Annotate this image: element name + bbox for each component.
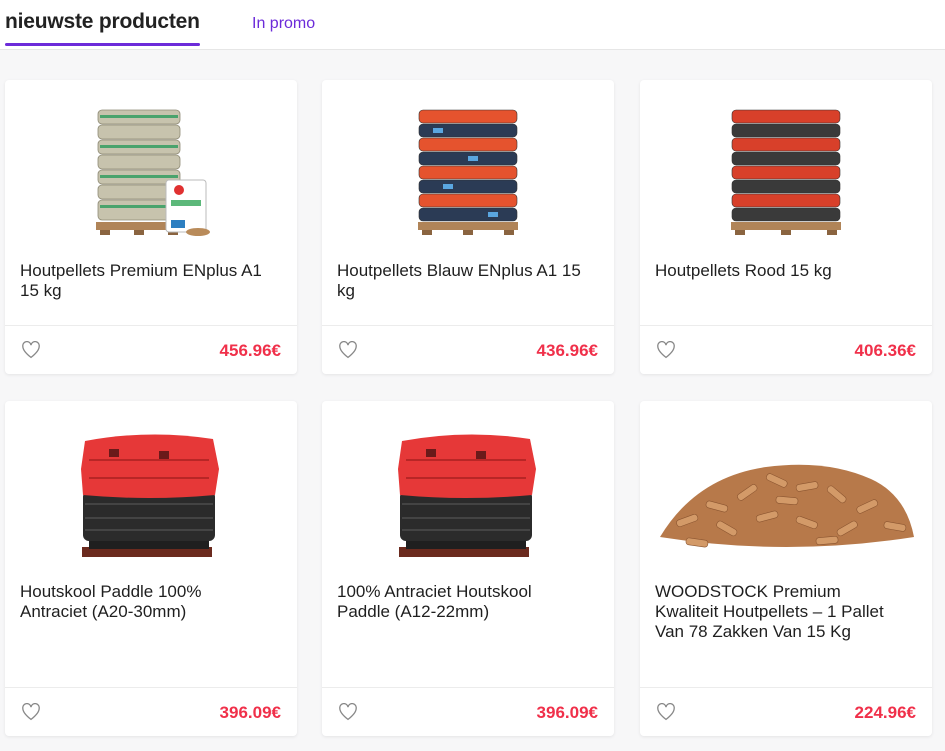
product-image-wood-pellets-pile[interactable] (640, 409, 932, 584)
product-card-footer: 396.09€ (322, 687, 614, 736)
product-price: 396.09€ (536, 703, 598, 722)
product-title[interactable]: Houtskool Paddle 100% Antraciet (A20-30m… (20, 582, 270, 622)
heart-icon[interactable] (656, 703, 676, 721)
product-card: Houtskool Paddle 100% Antraciet (A20-30m… (5, 401, 297, 736)
product-image-charcoal-pallet[interactable] (322, 409, 614, 584)
tab-newest-products[interactable]: nieuwste producten (5, 10, 200, 46)
product-image-pellet-pallet[interactable] (322, 80, 614, 255)
product-card-footer: 396.09€ (5, 687, 297, 736)
product-price: 406.36€ (854, 341, 916, 360)
product-card-footer: 224.96€ (640, 687, 932, 736)
product-card-footer: 406.36€ (640, 325, 932, 374)
product-image-pellet-pallet[interactable] (5, 80, 297, 255)
active-tab-underline (5, 43, 200, 46)
tab-in-promo[interactable]: In promo (252, 15, 315, 33)
product-title[interactable]: Houtpellets Premium ENplus A1 15 kg (20, 261, 270, 301)
heart-icon[interactable] (21, 703, 41, 721)
product-image-pellet-pallet[interactable] (640, 80, 932, 255)
product-card: Houtpellets Rood 15 kg 406.36€ (640, 80, 932, 374)
product-title[interactable]: WOODSTOCK Premium Kwaliteit Houtpellets … (655, 582, 905, 642)
product-price: 436.96€ (536, 341, 598, 360)
product-card: 100% Antraciet Houtskool Paddle (A12-22m… (322, 401, 614, 736)
product-card: Houtpellets Premium ENplus A1 15 kg 456.… (5, 80, 297, 374)
product-price: 224.96€ (854, 703, 916, 722)
product-tabs: nieuwste producten In promo (0, 0, 945, 50)
heart-icon[interactable] (338, 703, 358, 721)
product-card: Houtpellets Blauw ENplus A1 15 kg 436.96… (322, 80, 614, 374)
heart-icon[interactable] (338, 341, 358, 359)
product-price: 396.09€ (219, 703, 281, 722)
tab-newest-products-label: nieuwste producten (5, 10, 200, 33)
heart-icon[interactable] (21, 341, 41, 359)
product-title[interactable]: Houtpellets Blauw ENplus A1 15 kg (337, 261, 587, 301)
product-title[interactable]: Houtpellets Rood 15 kg (655, 261, 905, 281)
product-title[interactable]: 100% Antraciet Houtskool Paddle (A12-22m… (337, 582, 587, 622)
product-price: 456.96€ (219, 341, 281, 360)
product-card: WOODSTOCK Premium Kwaliteit Houtpellets … (640, 401, 932, 736)
heart-icon[interactable] (656, 341, 676, 359)
product-image-charcoal-pallet[interactable] (5, 409, 297, 584)
product-card-footer: 436.96€ (322, 325, 614, 374)
product-card-footer: 456.96€ (5, 325, 297, 374)
